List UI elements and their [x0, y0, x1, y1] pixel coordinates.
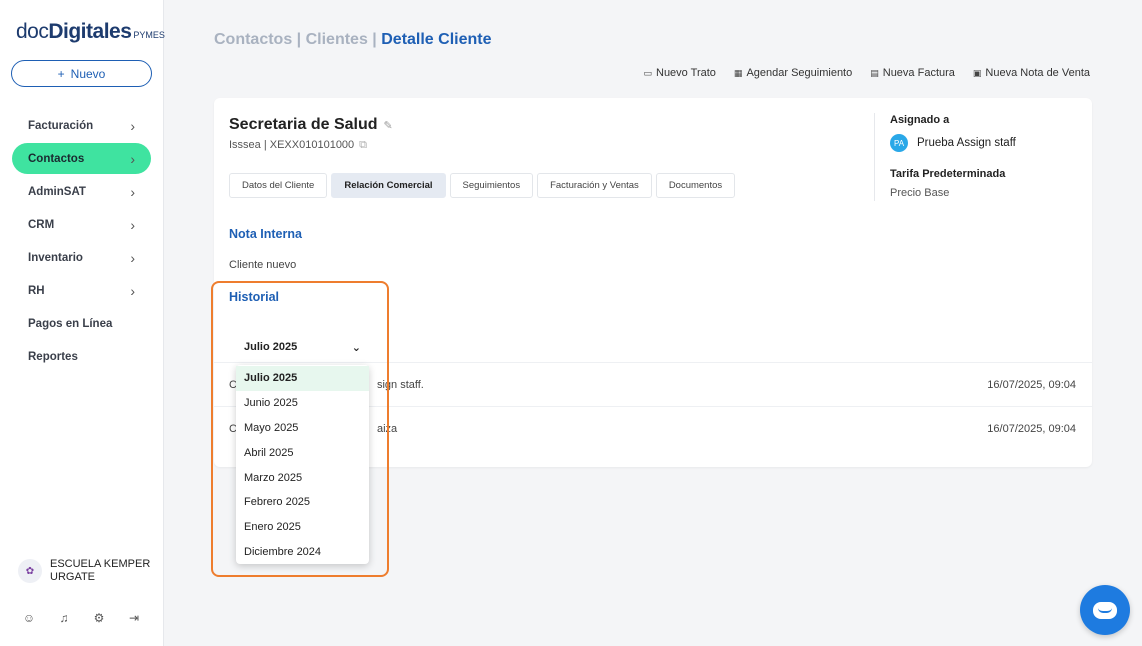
- chevron-right-icon: ›: [130, 117, 135, 134]
- tab-relacion-comercial[interactable]: Relación Comercial: [331, 173, 446, 198]
- month-option[interactable]: Diciembre 2024: [236, 540, 369, 565]
- plus-icon: +: [57, 66, 65, 81]
- breadcrumb: Contactos | Clientes | Detalle Cliente: [214, 31, 492, 48]
- sidebar-item-adminsat[interactable]: AdminSAT ›: [12, 176, 151, 207]
- month-option[interactable]: Junio 2025: [236, 391, 369, 416]
- chevron-right-icon: ›: [130, 150, 135, 167]
- brand-logo[interactable]: doc Digitales PYMES: [16, 20, 165, 44]
- month-option[interactable]: Julio 2025: [236, 366, 369, 391]
- assigned-person[interactable]: PA Prueba Assign staff: [890, 134, 1080, 152]
- assignment-panel: Asignado a PA Prueba Assign staff Tarifa…: [890, 114, 1080, 199]
- chat-bubble-icon: [1093, 601, 1117, 619]
- new-button[interactable]: + Nuevo: [11, 60, 152, 87]
- month-option[interactable]: Enero 2025: [236, 515, 369, 540]
- new-invoice-button[interactable]: ▤ Nueva Factura: [870, 67, 955, 79]
- tab-seguimientos[interactable]: Seguimientos: [449, 173, 534, 198]
- sidebar-item-inventario[interactable]: Inventario ›: [12, 242, 151, 273]
- bell-icon[interactable]: ♫: [57, 611, 71, 625]
- sidebar-item-pagos[interactable]: Pagos en Línea: [12, 308, 151, 339]
- gear-icon[interactable]: ⚙: [92, 611, 106, 625]
- history-date: 16/07/2025, 09:04: [987, 378, 1076, 391]
- month-select[interactable]: Julio 2025 ⌄: [236, 334, 369, 360]
- tab-documentos[interactable]: Documentos: [655, 173, 736, 198]
- chevron-right-icon: ›: [130, 216, 135, 233]
- tariff-value: Precio Base: [890, 187, 950, 199]
- month-option[interactable]: Abril 2025: [236, 440, 369, 465]
- breadcrumb-contactos[interactable]: Contactos: [214, 31, 292, 48]
- logout-icon[interactable]: ⇥: [127, 611, 141, 625]
- chevron-right-icon: ›: [130, 183, 135, 200]
- avatar: PA: [890, 134, 908, 152]
- client-subtitle: Isssea | XEXX010101000 ⧉: [229, 139, 368, 151]
- action-bar: ▭ Nuevo Trato ▦ Agendar Seguimiento ▤ Nueva…: [643, 67, 1090, 79]
- briefcase-icon: ▭: [643, 68, 652, 78]
- sidebar-item-contactos[interactable]: Contactos ›: [12, 143, 151, 174]
- client-name: Secretaria de Salud ✎: [229, 116, 393, 133]
- company-logo-icon: ✿: [18, 559, 42, 583]
- sidebar-nav: Facturación › Contactos › AdminSAT › CRM › I…: [12, 110, 151, 374]
- chevron-right-icon: ›: [130, 282, 135, 299]
- sidebar-footer-icons: ☺ ♫ ⚙ ⇥: [22, 611, 141, 625]
- invoice-icon: ▤: [870, 68, 879, 78]
- sidebar-item-facturacion[interactable]: Facturación ›: [12, 110, 151, 141]
- tab-facturacion-ventas[interactable]: Facturación y Ventas: [537, 173, 652, 198]
- user-circle-icon[interactable]: ☺: [22, 611, 36, 625]
- chevron-down-icon: ⌄: [351, 341, 361, 354]
- new-deal-button[interactable]: ▭ Nuevo Trato: [643, 67, 715, 79]
- copy-icon[interactable]: ⧉: [359, 139, 367, 151]
- breadcrumb-clientes[interactable]: Clientes: [306, 31, 368, 48]
- chat-button[interactable]: [1080, 585, 1130, 635]
- sidebar-item-reportes[interactable]: Reportes: [12, 341, 151, 372]
- tab-datos-cliente[interactable]: Datos del Cliente: [229, 173, 328, 198]
- client-tabs: Datos del Cliente Relación Comercial Seg…: [229, 173, 736, 198]
- month-options-menu: Julio 2025 Junio 2025 Mayo 2025 Abril 20…: [236, 365, 369, 564]
- new-sales-note-button[interactable]: ▣ Nueva Nota de Venta: [973, 67, 1090, 79]
- month-option[interactable]: Febrero 2025: [236, 490, 369, 515]
- nota-interna-text: Cliente nuevo: [229, 259, 297, 271]
- sidebar-item-crm[interactable]: CRM ›: [12, 209, 151, 240]
- divider: [874, 113, 875, 201]
- document-icon: ▣: [972, 68, 982, 78]
- month-option[interactable]: Marzo 2025: [236, 465, 369, 490]
- sidebar-item-rh[interactable]: RH ›: [12, 275, 151, 306]
- calendar-icon: ▦: [733, 68, 743, 78]
- company-switcher[interactable]: ✿ ESCUELA KEMPER URGATE: [18, 558, 150, 584]
- sidebar: doc Digitales PYMES + Nuevo Facturación › C…: [0, 0, 165, 646]
- chevron-right-icon: ›: [130, 249, 135, 266]
- breadcrumb-current: Detalle Cliente: [381, 31, 492, 48]
- nota-interna-title: Nota Interna: [229, 227, 302, 241]
- schedule-followup-button[interactable]: ▦ Agendar Seguimiento: [734, 67, 852, 79]
- month-option[interactable]: Mayo 2025: [236, 416, 369, 441]
- edit-pencil-icon[interactable]: ✎: [384, 120, 393, 132]
- history-date: 16/07/2025, 09:04: [987, 422, 1076, 435]
